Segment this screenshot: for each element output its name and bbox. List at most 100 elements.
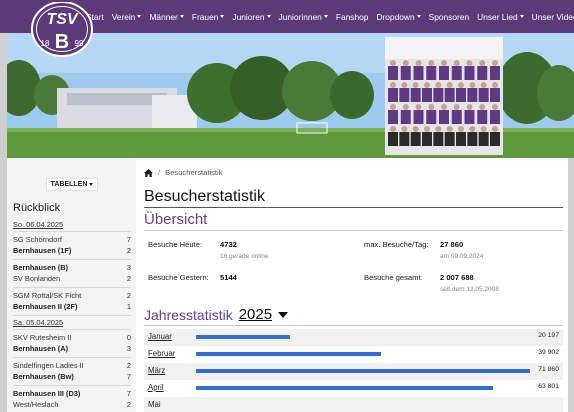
month-value: 71 860 [538,366,559,373]
team-member-head [390,82,396,88]
nav-item-männer[interactable]: Männer [149,12,184,22]
match-result[interactable]: SKV Rutesheim II 0 Bernhausen (A) 3 [13,332,131,354]
team-member-head [469,82,476,88]
team-member-body [477,66,488,80]
team-member-body [478,132,489,146]
team-name: Bernhausen (1F) [13,246,72,255]
team-member-body [478,88,489,102]
svg-text:TSV: TSV [46,11,78,28]
team-member-body [422,88,432,102]
team-member-head [479,60,486,66]
result-date[interactable]: So. 06.04.2025 [13,220,63,229]
club-logo[interactable]: TSV B 18 99 [30,1,94,58]
nav-item-label: Verein [111,11,136,22]
chevron-down-icon [266,15,271,18]
online-now: 16 gerade online [220,253,269,260]
match-result[interactable]: Bernhausen III (D3) 7 West/Heslach 2 [13,388,131,410]
home-icon[interactable] [144,168,153,177]
team-member-head [435,82,442,88]
nav-item-sponsoren[interactable]: Sponsoren [429,12,470,22]
team-member-body [439,66,449,80]
team-member-head [492,104,498,110]
month-name[interactable]: April [148,383,164,392]
yesterday-value: 5144 [220,273,237,282]
total-value: 2 007 688 [440,273,474,282]
chevron-down-icon [519,15,524,18]
team-member-head [412,82,419,88]
team-member-head [492,126,498,132]
svg-text:99: 99 [75,39,84,48]
team-member-head [466,104,473,110]
match-result[interactable]: Sindelfingen Ladies II 2 Bernhausen (Bw) 7 [13,360,131,382]
result-divider [13,315,131,316]
team-member-body [490,88,500,102]
team-name: Bernhausen (B) [13,263,69,272]
team-member-body [422,132,432,146]
team-member-body [413,110,424,124]
team-member-head [469,126,476,132]
match-result[interactable]: SGM Rottal/SK Ficht 2 Bernhausen II (2F) 1 [13,290,131,312]
nav-item-label: Unser Lied [477,11,518,22]
nav-item-fanshop[interactable]: Fanshop [336,12,369,22]
nav-item-dropdown[interactable]: Dropdown [376,12,421,22]
result-divider [13,287,131,288]
tables-dropdown-button[interactable]: TABELLEN [46,178,98,191]
nav-item-unser-video[interactable]: Unser Video [532,12,574,22]
result-divider [13,385,131,386]
month-name[interactable]: Januar [148,332,172,341]
result-date[interactable]: Sa. 05.04.2025 [13,318,63,327]
total-label: Besuche gesamt: [364,273,423,282]
month-name[interactable]: März [148,366,165,375]
nav-item-label: Juniorinnen [278,11,322,22]
team-member-head [424,126,430,132]
team-member-head [479,104,486,110]
year-stats-label: Jahresstatistik [144,306,233,323]
caret-down-icon[interactable] [278,311,289,318]
team-member-head [390,126,396,132]
team-member-body [490,132,500,146]
team-member-body [433,132,444,146]
nav-item-label: Junioren [232,11,265,22]
month-row: Februar 39 902 [144,346,563,363]
nav-item-junioren[interactable]: Junioren [232,11,271,22]
breadcrumb: / Besucherstatistik [144,168,223,177]
max-per-day-value: 27 860 [440,240,464,249]
month-value: 20 197 [538,332,559,339]
month-name[interactable]: Februar [148,349,175,358]
nav-menu: Start Verein Männer Frauen Junioren Juniorinn… [86,0,574,33]
team-member-head [441,104,447,110]
team-member-head [441,60,447,66]
team-member-body [444,88,455,102]
overview-divider [144,230,563,231]
team-score: 2 [126,291,131,300]
team-member-head [402,60,409,66]
match-team-row: West/Heslach 2 [13,399,131,410]
team-member-body [490,110,500,124]
match-result[interactable]: SG Schorndorf 7 Bernhausen (1F) 2 [13,234,131,256]
match-result[interactable]: Bernhausen (B) 3 SV Bonlanden 2 [13,262,131,284]
nav-item-verein[interactable]: Verein [112,12,142,22]
team-member-head [401,126,408,132]
month-bar [196,335,290,339]
team-member-body [451,110,462,124]
team-name: SG Schorndorf [13,235,62,244]
team-name: SGM Rottal/SK Ficht [13,291,82,300]
match-team-row: Bernhausen II (2F) 1 [13,301,131,312]
team-member-head [458,126,464,132]
nav-item-juniorinnen[interactable]: Juniorinnen [279,12,328,22]
team-member-head [412,126,419,132]
team-member-head [492,60,498,66]
nav-item-unser-lied[interactable]: Unser Lied [477,12,524,22]
nav-item-frauen[interactable]: Frauen [192,12,225,22]
match-team-row: Bernhausen III (D3) 7 [13,388,131,399]
team-member-body [456,88,466,102]
team-member-body [400,66,411,80]
month-row: April 63 801 [144,380,563,397]
team-member-head [415,104,422,110]
team-member-head [424,82,430,88]
team-score: 7 [126,389,131,398]
team-member-body [464,110,475,124]
team-member-head [390,104,396,110]
team-member-head [428,60,435,66]
year-select[interactable]: 2025 [239,306,272,323]
